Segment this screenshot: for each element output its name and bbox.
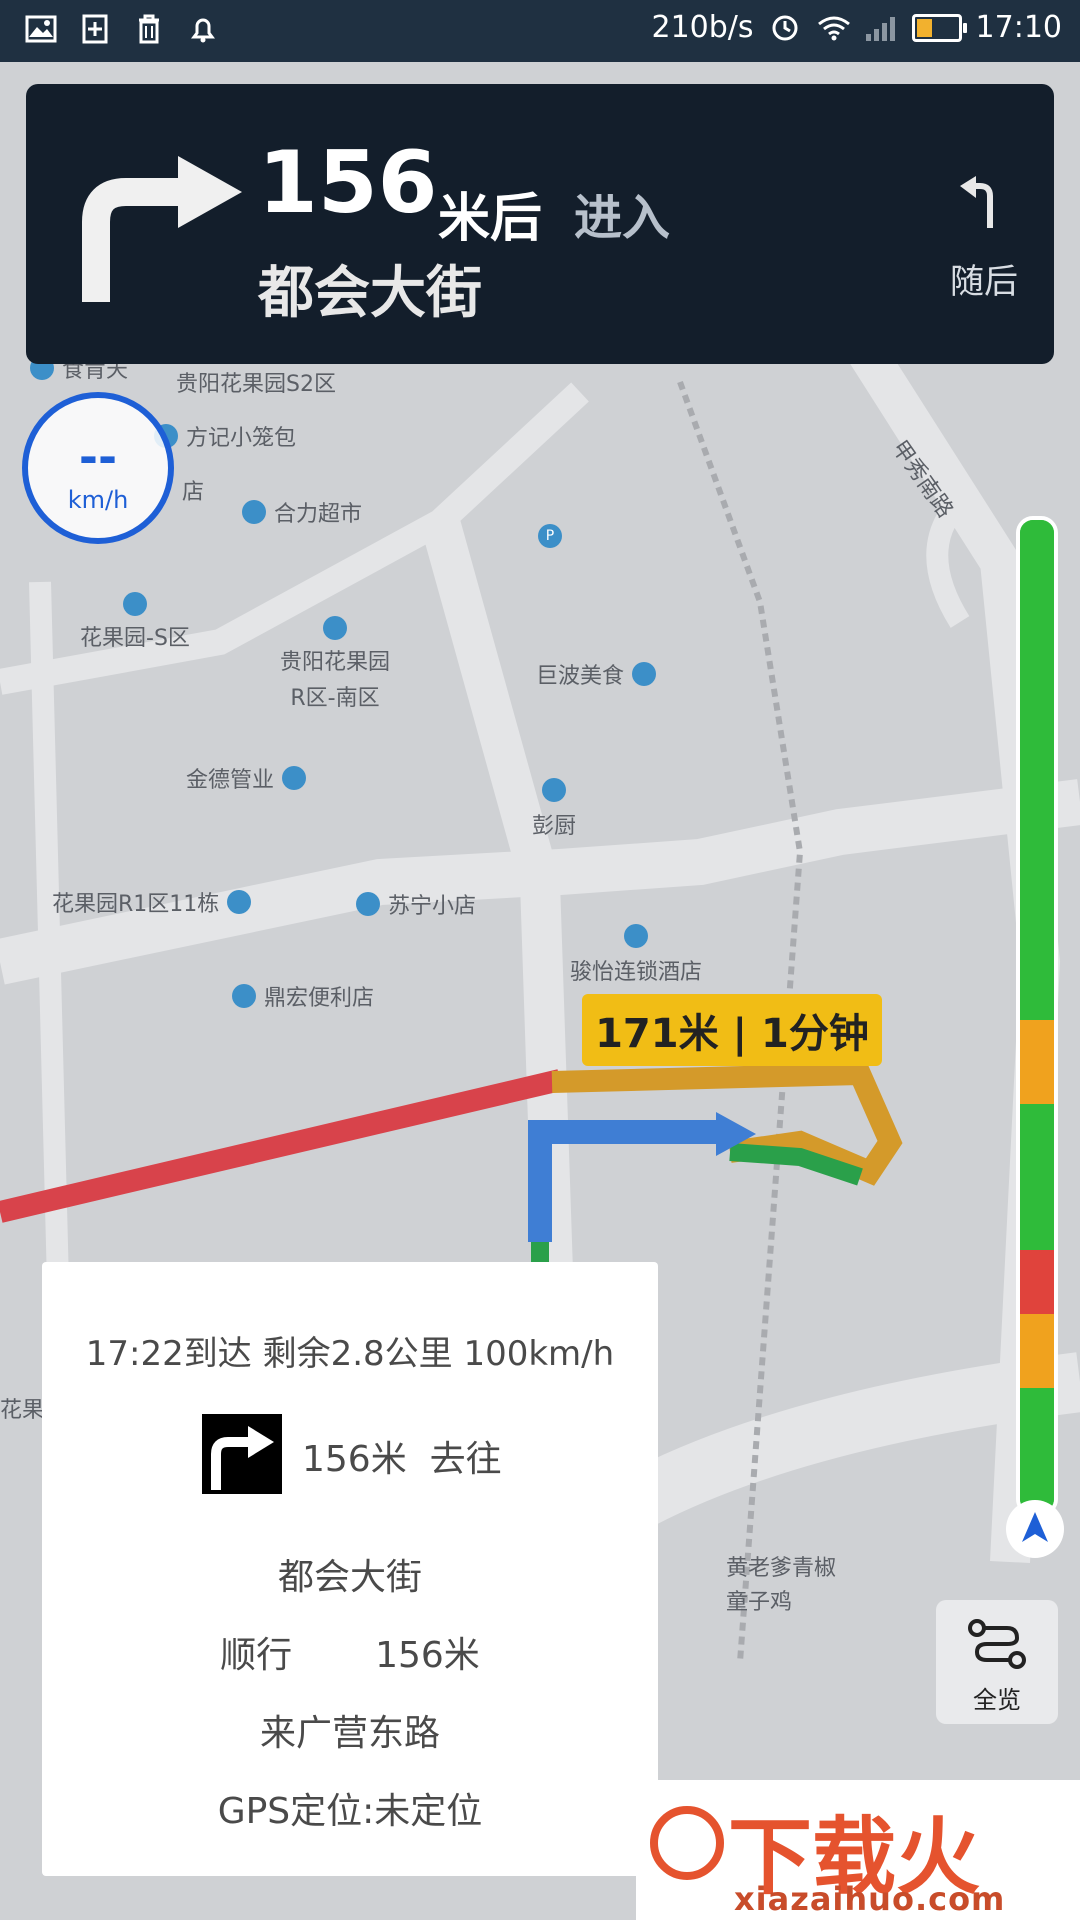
poi-label[interactable]: P xyxy=(538,524,562,548)
speed-unit: km/h xyxy=(67,486,129,514)
poi-label[interactable]: 方记小笼包 xyxy=(154,420,296,452)
poi-label[interactable]: 黄老爹青椒 童子鸡 xyxy=(726,1550,836,1616)
status-bar-notifications xyxy=(24,12,220,46)
turn-instruction-action: 去往 xyxy=(429,1439,502,1480)
turn-action: 进入 xyxy=(574,190,671,246)
follow-instruction: 顺行 156米 xyxy=(42,1626,658,1678)
status-bar-system: 210b/s 17:10 xyxy=(651,10,1062,45)
gps-status: GPS定位:未定位 xyxy=(217,1791,483,1832)
follow-label: 顺行 xyxy=(220,1635,293,1676)
status-bar: 210b/s 17:10 xyxy=(0,0,1080,62)
overview-label: 全览 xyxy=(973,1686,1021,1714)
restaurant-icon xyxy=(632,662,657,686)
poi-label[interactable]: 鼎宏便利店 xyxy=(232,980,374,1012)
poi-label[interactable]: 花果园R1区11栋 xyxy=(52,886,252,918)
poi-label[interactable]: 贵阳花果园 R区-南区 xyxy=(280,616,390,712)
alarm-icon xyxy=(186,12,220,46)
building-icon xyxy=(227,890,252,914)
net-speed: 210b/s xyxy=(651,10,754,45)
flame-logo-icon xyxy=(650,1806,724,1880)
next-street: 都会大街 xyxy=(258,261,482,326)
battery-fill xyxy=(916,18,932,37)
turn-distance: 156 xyxy=(258,133,438,233)
traffic-segment-orange xyxy=(1020,1314,1054,1388)
hotel-icon xyxy=(624,924,648,948)
watermark: 下载火 xiazaihuo.com xyxy=(636,1780,1080,1920)
traffic-segment-green xyxy=(1020,1388,1054,1512)
then-label: 随后 xyxy=(950,262,1018,302)
poi-label[interactable]: 巨波美食 xyxy=(536,658,657,690)
turn-left-icon xyxy=(960,176,1004,234)
overview-button[interactable]: 全览 xyxy=(936,1600,1058,1724)
traffic-segment-green xyxy=(1020,520,1054,1020)
poi-label[interactable]: 花果园-S区 xyxy=(80,592,190,652)
poi-label[interactable]: 彭厨 xyxy=(532,778,576,840)
speed-value: -- xyxy=(78,430,118,484)
navigation-info-dialog: 17:22到达 剩余2.8公里 100km/h 156米 去往 都会大街 顺行 … xyxy=(42,1262,658,1876)
poi-label[interactable]: 店 xyxy=(182,474,204,506)
shop-icon xyxy=(232,984,256,1008)
route-eta-tag[interactable]: 171米 | 1分钟 xyxy=(582,994,882,1066)
poi-label[interactable]: 苏宁小店 xyxy=(356,888,476,920)
turn-right-icon xyxy=(202,1414,282,1494)
shop-icon xyxy=(242,500,266,524)
turn-right-icon xyxy=(66,142,246,316)
poi-label[interactable]: 金德管业 xyxy=(186,762,307,794)
parking-icon: P xyxy=(538,524,562,548)
navigation-arrow-icon xyxy=(1020,1510,1050,1548)
poi-label[interactable]: 花果 xyxy=(0,1392,44,1424)
shop-icon xyxy=(356,892,380,916)
poi-label[interactable]: 贵阳花果园S2区 xyxy=(176,366,336,398)
wifi-icon xyxy=(816,11,850,45)
distance-unit: 米后 xyxy=(438,189,543,249)
turn-instruction-distance: 156米 xyxy=(302,1439,407,1480)
locate-button[interactable] xyxy=(1006,1500,1064,1558)
shop-icon xyxy=(282,766,307,790)
battery-icon xyxy=(911,13,967,42)
route-overview-icon xyxy=(936,1618,1058,1674)
traffic-segment-orange xyxy=(1020,1020,1054,1104)
watermark-url: xiazaihuo.com xyxy=(734,1880,1006,1918)
restaurant-icon xyxy=(542,778,566,802)
residence-icon xyxy=(122,592,147,616)
trip-summary: 17:22到达 剩余2.8公里 100km/h xyxy=(85,1334,615,1374)
target-street: 都会大街 xyxy=(277,1557,422,1598)
signal-icon xyxy=(864,11,898,45)
traffic-bar xyxy=(1016,516,1058,1516)
traffic-segment-green xyxy=(1020,1104,1054,1250)
speedometer: -- km/h xyxy=(22,392,174,544)
follow-distance: 156米 xyxy=(375,1635,480,1676)
residence-icon xyxy=(323,616,347,640)
poi-label[interactable]: 骏怡连锁酒店 xyxy=(570,924,702,986)
app-root: 210b/s 17:10 食肯天 贵阳花果园S2区 方记小笼包 店 合力超市 花… xyxy=(0,0,1080,1920)
gallery-icon xyxy=(24,12,58,46)
poi-label[interactable]: 合力超市 xyxy=(242,496,362,528)
add-note-icon xyxy=(78,12,112,46)
current-road: 来广营东路 xyxy=(259,1713,440,1754)
traffic-segment-red xyxy=(1020,1250,1054,1314)
clock-icon xyxy=(768,11,802,45)
clock-time: 17:10 xyxy=(975,10,1062,45)
navigation-card[interactable]: 156 米后 进入 都会大街 随后 xyxy=(26,84,1054,364)
turn-instruction: 156米 去往 xyxy=(302,1430,502,1482)
trash-icon xyxy=(132,12,166,46)
